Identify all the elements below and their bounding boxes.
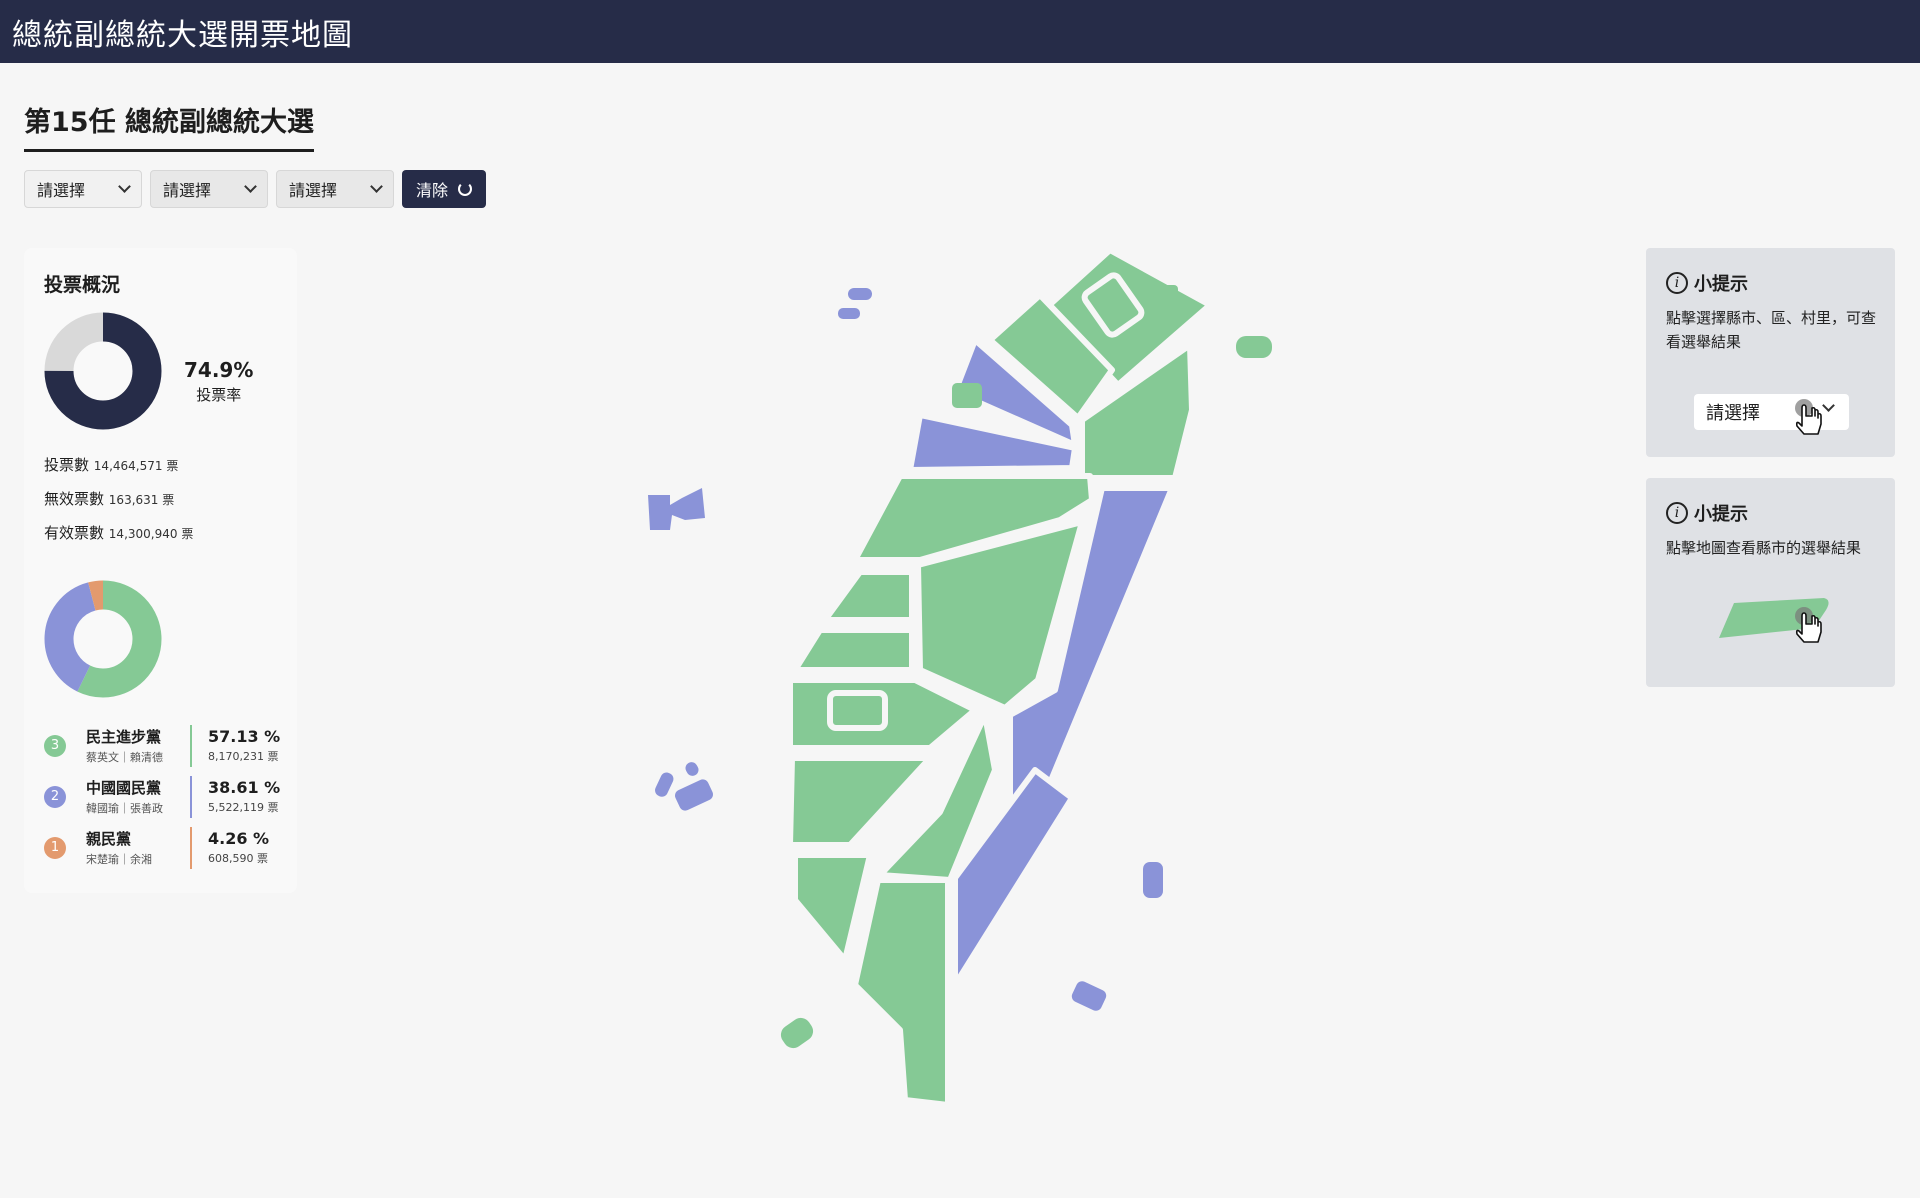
vote-stats: 投票數 14,464,571 票 無效票數 163,631 票 有效票數 14,… (44, 454, 193, 556)
map-region-turtle-island[interactable] (1236, 336, 1272, 358)
vote-percentage: 38.61 % (208, 778, 281, 797)
candidate-list: 3 民主進步黨 蔡英文｜賴清德 57.13 % 8,170,231 票 2 中國… (44, 720, 280, 873)
district-select-label: 請選擇 (163, 181, 212, 200)
map-region-kaohsiung-west[interactable] (792, 852, 873, 963)
info-icon: i (1666, 502, 1688, 524)
map-region-liuqiu[interactable] (777, 1014, 817, 1052)
party-name: 民主進步黨 (86, 728, 162, 746)
tip-title: 小提示 (1694, 274, 1748, 295)
candidate-pair: 宋楚瑜｜余湘 (86, 853, 152, 866)
tip-title: 小提示 (1694, 504, 1748, 525)
app-title: 總統副總統大選開票地圖 (12, 17, 353, 53)
vote-share-donut (44, 580, 162, 698)
map-region-matsu-south[interactable] (838, 308, 860, 319)
county-select[interactable]: 請選擇 (24, 170, 142, 208)
chevron-down-icon (370, 180, 383, 193)
stat-total-votes: 投票數 14,464,571 票 (44, 456, 179, 474)
turnout-donut (44, 312, 162, 430)
candidate-pair: 韓國瑜｜張善政 (86, 802, 163, 815)
village-select-label: 請選擇 (289, 181, 338, 200)
tip-card-select: i 小提示 點擊選擇縣市、區、村里，可查看選舉結果 請選擇 (1646, 248, 1895, 457)
county-select-label: 請選擇 (37, 181, 86, 200)
chevron-down-icon (244, 180, 257, 193)
party-name: 親民黨 (86, 830, 132, 848)
tip-card-map: i 小提示 點擊地圖查看縣市的選舉結果 (1646, 478, 1895, 687)
vote-count: 8,170,231 票 (208, 750, 279, 763)
hand-pointer-icon (1795, 399, 1822, 435)
vote-count: 608,590 票 (208, 852, 268, 865)
turnout-percentage: 74.9% (184, 358, 254, 382)
app-header: 總統副總統大選開票地圖 (0, 0, 1920, 63)
refresh-icon (458, 182, 473, 196)
map-region-kinmen[interactable] (648, 488, 705, 530)
vote-percentage: 57.13 % (208, 727, 281, 746)
candidate-row-pfp: 1 親民黨 宋楚瑜｜余湘 4.26 % 608,590 票 (44, 822, 280, 873)
candidate-number-badge: 2 (44, 785, 66, 808)
vote-overview-panel: 投票概況 74.9% 投票率 投票數 14,464,571 票 無效票數 163… (24, 248, 297, 893)
map-region-penghu-mid[interactable] (683, 760, 700, 778)
candidate-row-kmt: 2 中國國民黨 韓國瑜｜張善政 38.61 % 5,522,119 票 (44, 771, 280, 822)
turnout-label: 投票率 (196, 386, 242, 404)
chevron-down-icon (118, 180, 131, 193)
map-region-matsu-north[interactable] (848, 288, 872, 300)
map-region-penghu-north[interactable] (653, 771, 675, 799)
map-region-changhua[interactable] (792, 627, 915, 673)
turnout-readout: 74.9% 投票率 (184, 358, 253, 405)
info-icon: i (1666, 272, 1688, 294)
clear-button[interactable]: 清除 (402, 170, 487, 208)
candidate-pair: 蔡英文｜賴清德 (86, 751, 163, 764)
party-name: 中國國民黨 (86, 779, 162, 797)
taiwan-election-map (648, 247, 1272, 1108)
tip-text: 點擊地圖查看縣市的選舉結果 (1666, 539, 1862, 557)
map-region-keelung-island[interactable] (1153, 285, 1178, 300)
overview-title: 投票概況 (44, 274, 121, 296)
vote-count: 5,522,119 票 (208, 801, 279, 814)
district-select[interactable]: 請選擇 (150, 170, 268, 208)
election-title: 第15任 總統副總統大選 (24, 100, 314, 152)
hand-pointer-icon (1795, 607, 1822, 643)
stat-invalid-votes: 無效票數 163,631 票 (44, 490, 175, 508)
village-select[interactable]: 請選擇 (276, 170, 394, 208)
candidate-number-badge: 1 (44, 836, 66, 859)
party-color-bar (190, 775, 192, 818)
map-region-pingtung[interactable] (852, 877, 951, 1108)
party-color-bar (190, 826, 192, 869)
clear-button-label: 清除 (416, 181, 449, 200)
map-region-orchid-island[interactable] (1070, 979, 1108, 1012)
party-color-bar (190, 724, 192, 767)
filter-bar: 請選擇 請選擇 請選擇 清除 (24, 170, 487, 208)
vote-percentage: 4.26 % (208, 829, 270, 848)
tip-text: 點擊選擇縣市、區、村里，可查看選舉結果 (1666, 309, 1877, 351)
map-region-green-island[interactable] (1143, 862, 1163, 898)
map-region-hsinchu-city[interactable] (952, 383, 982, 408)
map-region-chiayi[interactable] (787, 755, 933, 848)
map-region-taichung[interactable] (822, 569, 915, 623)
candidate-number-badge: 3 (44, 734, 66, 757)
map-region-penghu-main[interactable] (673, 777, 715, 812)
stat-valid-votes: 有效票數 14,300,940 票 (44, 524, 194, 542)
demo-select-label: 請選擇 (1706, 403, 1760, 424)
candidate-row-dpp: 3 民主進步黨 蔡英文｜賴清德 57.13 % 8,170,231 票 (44, 720, 280, 771)
